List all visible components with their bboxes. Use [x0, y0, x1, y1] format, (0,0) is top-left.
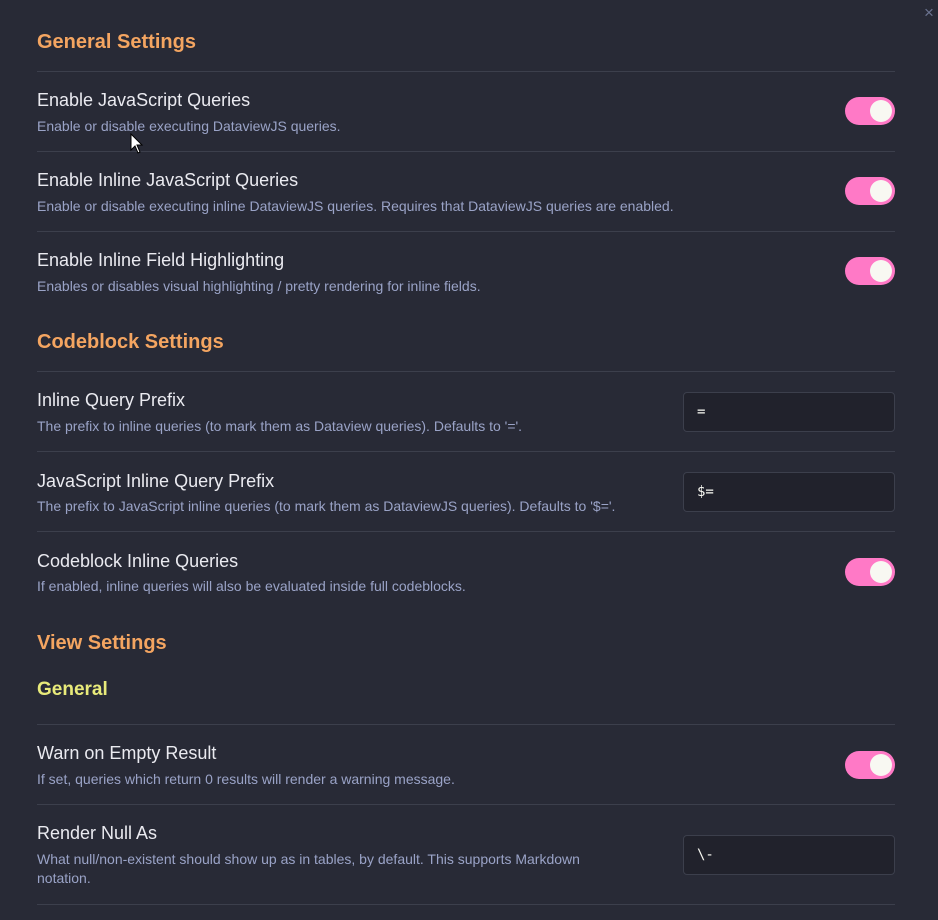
- section-heading-general: General Settings: [37, 31, 196, 53]
- setting-enable-js-queries: Enable JavaScript Queries Enable or disa…: [37, 71, 895, 151]
- warn-empty-result-toggle[interactable]: [845, 751, 895, 779]
- setting-name: Render Null As: [37, 823, 158, 843]
- setting-name: Enable JavaScript Queries: [37, 90, 251, 110]
- setting-name: Enable Inline JavaScript Queries: [37, 170, 299, 190]
- toggle-knob: [870, 260, 892, 282]
- setting-codeblock-inline-queries: Codeblock Inline Queries If enabled, inl…: [37, 531, 895, 611]
- setting-enable-inline-js-queries: Enable Inline JavaScript Queries Enable …: [37, 151, 895, 231]
- setting-warn-empty-result: Warn on Empty Result If set, queries whi…: [37, 724, 895, 804]
- section-heading-view: View Settings: [37, 632, 167, 654]
- setting-js-inline-query-prefix: JavaScript Inline Query Prefix The prefi…: [37, 451, 895, 531]
- subsection-heading-general: General: [37, 679, 108, 700]
- setting-description: Enable or disable executing inline Datav…: [37, 198, 674, 214]
- toggle-knob: [870, 100, 892, 122]
- setting-name: Inline Query Prefix: [37, 390, 186, 410]
- setting-description: What null/non-existent should show up as…: [37, 851, 580, 886]
- mouse-cursor-icon: [130, 133, 144, 154]
- section-heading-codeblock: Codeblock Settings: [37, 331, 224, 353]
- setting-name: Codeblock Inline Queries: [37, 551, 239, 571]
- enable-js-queries-toggle[interactable]: [845, 97, 895, 125]
- toggle-knob: [870, 754, 892, 776]
- setting-inline-query-prefix: Inline Query Prefix The prefix to inline…: [37, 371, 895, 451]
- enable-inline-js-queries-toggle[interactable]: [845, 177, 895, 205]
- setting-render-null-as: Render Null As What null/non-existent sh…: [37, 804, 895, 905]
- settings-page: × General Settings Enable JavaScript Que…: [0, 0, 938, 920]
- setting-name: JavaScript Inline Query Prefix: [37, 471, 275, 491]
- setting-name: Warn on Empty Result: [37, 743, 217, 763]
- inline-query-prefix-input[interactable]: [683, 392, 895, 432]
- js-inline-query-prefix-input[interactable]: [683, 472, 895, 512]
- setting-description: Enable or disable executing DataviewJS q…: [37, 118, 341, 134]
- codeblock-inline-queries-toggle[interactable]: [845, 558, 895, 586]
- setting-description: The prefix to JavaScript inline queries …: [37, 498, 616, 514]
- setting-inline-field-highlighting: Enable Inline Field Highlighting Enables…: [37, 231, 895, 311]
- setting-description: If enabled, inline queries will also be …: [37, 578, 466, 594]
- setting-description: The prefix to inline queries (to mark th…: [37, 418, 523, 434]
- render-null-as-input[interactable]: [683, 835, 895, 875]
- toggle-knob: [870, 180, 892, 202]
- setting-description: If set, queries which return 0 results w…: [37, 771, 455, 787]
- setting-description: Enables or disables visual highlighting …: [37, 278, 481, 294]
- setting-name: Enable Inline Field Highlighting: [37, 250, 285, 270]
- toggle-knob: [870, 561, 892, 583]
- close-icon[interactable]: ×: [924, 4, 938, 22]
- inline-field-highlighting-toggle[interactable]: [845, 257, 895, 285]
